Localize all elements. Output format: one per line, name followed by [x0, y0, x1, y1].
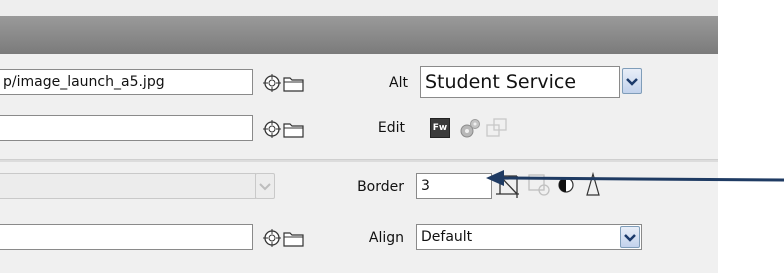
annotation-arrow: [486, 170, 784, 186]
